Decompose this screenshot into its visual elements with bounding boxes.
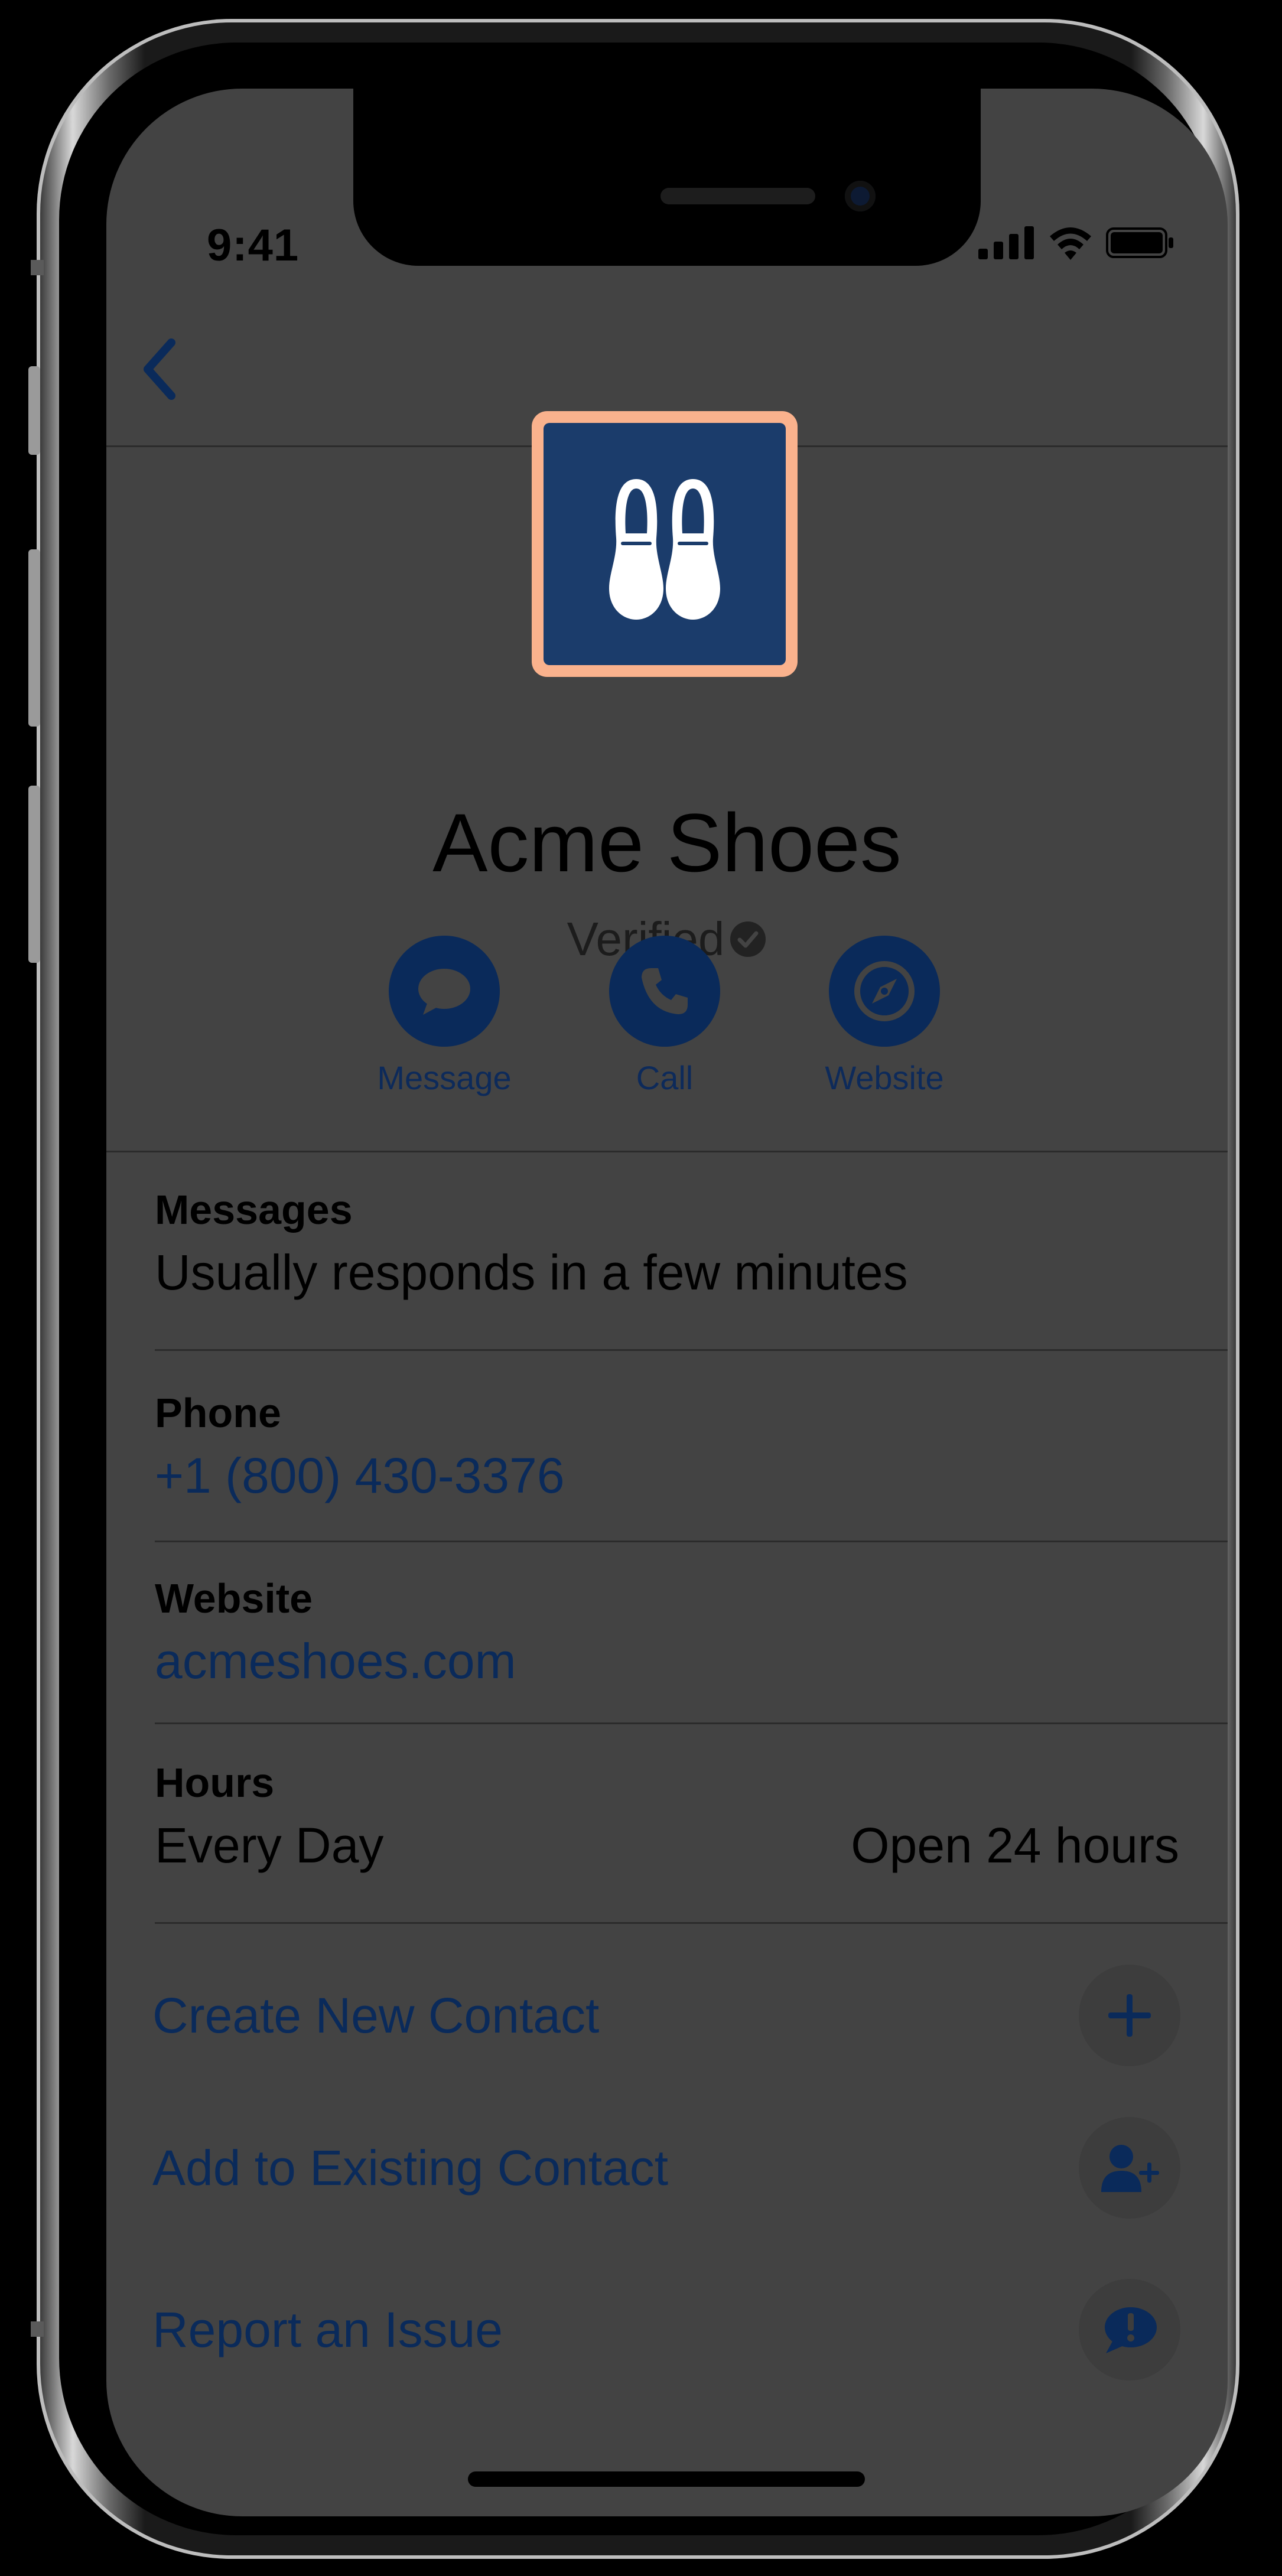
screen: 9:41 Acme Shoes Message Call Website Mes… bbox=[106, 89, 1228, 2516]
plus-icon bbox=[1108, 1994, 1151, 2037]
messages-info-row: Messages Usually responds in a few minut… bbox=[155, 1186, 1228, 1301]
message-action-circle bbox=[389, 936, 500, 1047]
hours-line: Every Day Open 24 hours bbox=[155, 1817, 1228, 1874]
hours-day: Every Day bbox=[155, 1818, 384, 1873]
volume-up-button bbox=[28, 549, 40, 727]
mute-switch bbox=[28, 366, 40, 455]
volume-down-button bbox=[28, 786, 40, 963]
cellular-signal-icon bbox=[978, 226, 1034, 259]
row-divider bbox=[155, 1349, 1228, 1351]
chevron-left-icon bbox=[144, 338, 175, 400]
hours-time: Open 24 hours bbox=[851, 1818, 1179, 1873]
call-action-label: Call bbox=[636, 1059, 694, 1096]
row-divider bbox=[155, 1722, 1228, 1724]
website-label: Website bbox=[155, 1575, 313, 1621]
home-indicator[interactable] bbox=[468, 2471, 865, 2487]
report-an-issue-label: Report an Issue bbox=[152, 2301, 503, 2357]
phone-info-row[interactable]: Phone +1 (800) 430-3376 bbox=[155, 1389, 1228, 1504]
front-camera bbox=[845, 181, 876, 211]
hours-info-row: Hours Every Day Open 24 hours bbox=[155, 1759, 1228, 1874]
phone-number-link[interactable]: +1 (800) 430-3376 bbox=[155, 1447, 1228, 1504]
antenna-band bbox=[31, 2321, 44, 2337]
messages-label: Messages bbox=[155, 1187, 353, 1233]
messages-value: Usually responds in a few minutes bbox=[155, 1245, 908, 1300]
create-new-contact-label: Create New Contact bbox=[152, 1987, 600, 2043]
add-to-existing-contact-icon-wrap bbox=[1079, 2117, 1180, 2219]
exclamation-bubble-icon bbox=[1105, 2307, 1157, 2353]
hours-label: Hours bbox=[155, 1760, 275, 1806]
speaker bbox=[660, 188, 815, 204]
antenna-band bbox=[31, 260, 44, 275]
phone-icon bbox=[642, 968, 688, 1014]
status-time: 9:41 bbox=[207, 220, 300, 271]
call-action-circle bbox=[609, 936, 720, 1047]
report-an-issue-icon-wrap bbox=[1079, 2279, 1180, 2380]
battery-icon bbox=[1106, 227, 1173, 258]
add-to-existing-contact-button[interactable]: Add to Existing Contact bbox=[152, 2115, 1180, 2221]
message-action-label: Message bbox=[377, 1059, 512, 1096]
website-info-row[interactable]: Website acmeshoes.com bbox=[155, 1575, 1228, 1690]
business-logo bbox=[532, 411, 798, 677]
business-logo-inner bbox=[544, 423, 786, 665]
website-action-label: Website bbox=[825, 1059, 944, 1096]
add-to-existing-contact-label: Add to Existing Contact bbox=[152, 2139, 669, 2196]
call-action-button[interactable]: Call bbox=[576, 936, 753, 1097]
message-action-button[interactable]: Message bbox=[356, 936, 533, 1097]
shoes-icon bbox=[609, 479, 720, 620]
website-action-button[interactable]: Website bbox=[796, 936, 973, 1097]
row-divider bbox=[155, 1541, 1228, 1542]
wifi-icon bbox=[1050, 227, 1091, 260]
compass-icon bbox=[854, 961, 915, 1021]
create-new-contact-icon-wrap bbox=[1079, 1965, 1180, 2066]
website-link[interactable]: acmeshoes.com bbox=[155, 1633, 1228, 1690]
section-divider bbox=[106, 1151, 1228, 1152]
create-new-contact-button[interactable]: Create New Contact bbox=[152, 1962, 1180, 2069]
notch bbox=[353, 89, 981, 266]
report-an-issue-button[interactable]: Report an Issue bbox=[152, 2277, 1180, 2383]
add-person-icon bbox=[1101, 2145, 1159, 2192]
back-button[interactable] bbox=[128, 325, 193, 413]
status-icons bbox=[978, 226, 1174, 260]
business-name: Acme Shoes bbox=[432, 796, 902, 889]
website-action-circle bbox=[829, 936, 940, 1047]
phone-label: Phone bbox=[155, 1390, 281, 1436]
row-divider bbox=[155, 1922, 1228, 1924]
message-bubble-icon bbox=[418, 969, 470, 1015]
